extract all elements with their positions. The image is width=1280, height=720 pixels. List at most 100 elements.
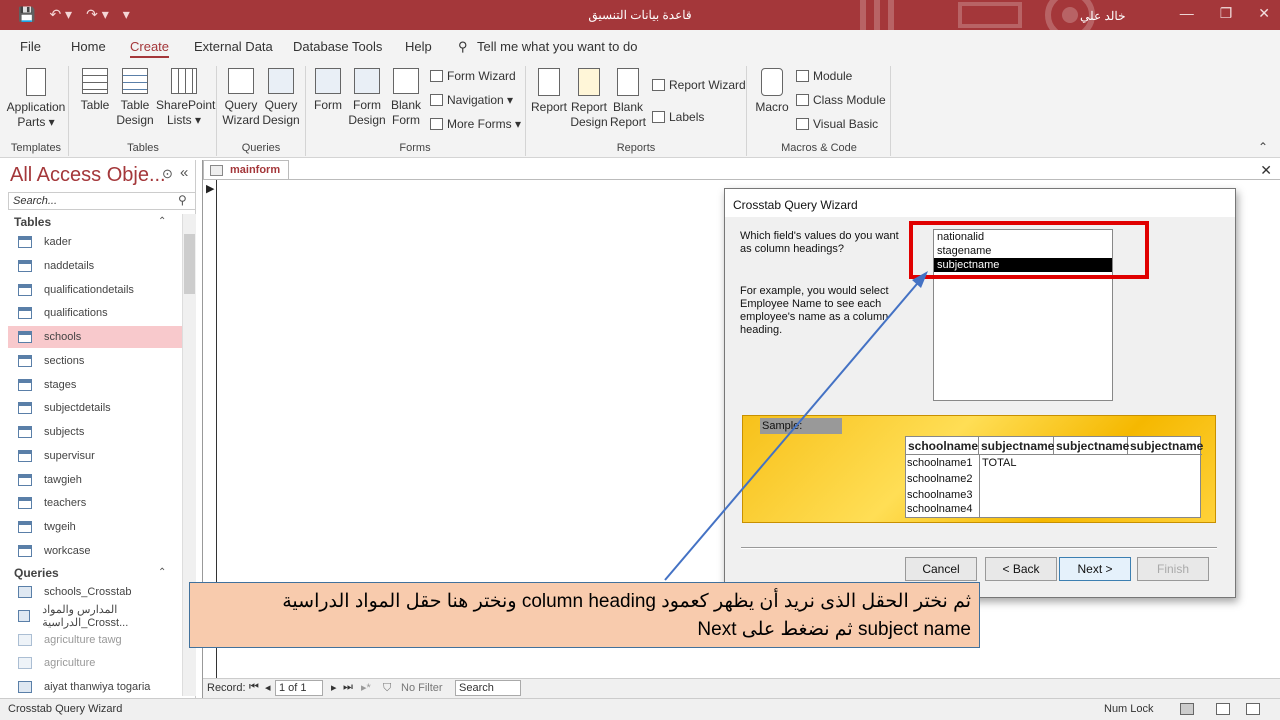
- nav-query-item[interactable]: agriculture: [8, 652, 182, 674]
- nav-table-item[interactable]: sections: [8, 350, 182, 372]
- blank-form-label: Blank Form: [390, 98, 422, 127]
- no-filter-indicator[interactable]: No Filter: [401, 682, 443, 694]
- report-design-icon: [578, 68, 600, 96]
- nav-query-item[interactable]: aiyat thanwiya togaria: [8, 676, 182, 698]
- sharepoint-lists-button[interactable]: SharePoint Lists ▾: [156, 68, 215, 128]
- sample-label: Sample:: [760, 418, 842, 434]
- table-button[interactable]: Table: [76, 68, 114, 113]
- form-design-button[interactable]: Form Design: [348, 68, 386, 128]
- table-icon: [18, 284, 32, 296]
- last-record-icon[interactable]: ⏭: [343, 681, 353, 694]
- macro-button[interactable]: Macro: [752, 68, 792, 115]
- user-name[interactable]: خالد علي: [1080, 9, 1126, 23]
- nav-query-item[interactable]: schools_Crosstab: [8, 581, 182, 603]
- tab-database-tools[interactable]: Database Tools: [293, 39, 382, 54]
- layout-view-icon[interactable]: [1246, 703, 1260, 715]
- record-position-input[interactable]: 1 of 1: [275, 680, 323, 696]
- collapse-ribbon-icon[interactable]: ⌃: [1258, 140, 1268, 154]
- blank-form-button[interactable]: Blank Form: [388, 68, 424, 128]
- form-wizard-button[interactable]: Form Wizard: [430, 69, 516, 83]
- nav-query-item[interactable]: المدارس والمواد الدراسية_Crosst...: [8, 604, 182, 629]
- navigation-button[interactable]: Navigation ▾: [430, 93, 513, 107]
- nav-table-item[interactable]: workcase: [8, 540, 182, 562]
- queries-section-header[interactable]: Queries: [14, 566, 59, 580]
- query-wizard-icon: [228, 68, 254, 94]
- nav-table-item[interactable]: kader: [8, 231, 182, 253]
- nav-table-item-selected[interactable]: schools: [8, 326, 182, 348]
- macro-label: Macro: [755, 100, 789, 114]
- restore-icon[interactable]: ❐: [1220, 5, 1233, 22]
- nav-table-item[interactable]: naddetails: [8, 255, 182, 277]
- nav-table-item[interactable]: tawgieh: [8, 469, 182, 491]
- collapse-queries-icon[interactable]: ⌃: [158, 567, 166, 578]
- tell-me-search-icon[interactable]: ⚲: [458, 39, 468, 55]
- tab-external-data[interactable]: External Data: [194, 39, 273, 54]
- report-design-button[interactable]: Report Design: [570, 68, 608, 130]
- nav-table-item[interactable]: supervisur: [8, 445, 182, 467]
- nav-table-item[interactable]: qualifications: [8, 302, 182, 324]
- table-design-button[interactable]: Table Design: [116, 68, 154, 128]
- tables-section-header[interactable]: Tables: [14, 215, 51, 229]
- group-label-forms: Forms: [399, 142, 431, 154]
- collapse-tables-icon[interactable]: ⌃: [158, 216, 166, 227]
- table-icon: [18, 236, 32, 248]
- form-button[interactable]: Form: [310, 68, 346, 113]
- nav-table-item[interactable]: subjectdetails: [8, 397, 182, 419]
- new-record-icon[interactable]: ▸*: [361, 681, 371, 694]
- cancel-button[interactable]: Cancel: [905, 557, 977, 581]
- nav-item-label: naddetails: [44, 260, 95, 272]
- nav-query-item[interactable]: agriculture tawg: [8, 629, 182, 651]
- table-icon: [82, 68, 108, 94]
- report-wizard-button[interactable]: Report Wizard: [652, 78, 746, 92]
- scrollbar-thumb[interactable]: [184, 234, 195, 294]
- group-label-templates: Templates: [10, 142, 62, 154]
- shutter-bar-close-icon[interactable]: «: [180, 164, 188, 181]
- next-record-icon[interactable]: ▸: [331, 681, 337, 694]
- nav-search-input[interactable]: Search...: [8, 192, 196, 210]
- nav-table-item[interactable]: qualificationdetails: [8, 279, 182, 301]
- sample-total: TOTAL: [982, 457, 1017, 469]
- nav-item-label: sections: [44, 355, 85, 367]
- next-button[interactable]: Next >: [1059, 557, 1131, 581]
- query-design-button[interactable]: Query Design: [262, 68, 300, 128]
- back-button[interactable]: < Back: [985, 557, 1057, 581]
- nav-table-item[interactable]: twgeih: [8, 516, 182, 538]
- nav-menu-icon[interactable]: ⊙: [162, 166, 173, 182]
- class-module-button[interactable]: Class Module: [796, 93, 886, 107]
- close-document-icon[interactable]: ✕: [1260, 162, 1272, 179]
- module-button[interactable]: Module: [796, 69, 852, 83]
- nav-item-label: supervisur: [44, 450, 95, 462]
- tell-me-input[interactable]: Tell me what you want to do: [477, 39, 637, 54]
- report-button[interactable]: Report: [530, 68, 568, 115]
- nav-table-item[interactable]: teachers: [8, 492, 182, 514]
- nav-table-item[interactable]: subjects: [8, 421, 182, 443]
- finish-button[interactable]: Finish: [1137, 557, 1209, 581]
- form-design-label: Form Design: [348, 98, 386, 127]
- application-parts-button[interactable]: Application Parts ▾: [4, 68, 68, 130]
- tab-create[interactable]: Create: [130, 39, 170, 58]
- visual-basic-button[interactable]: Visual Basic: [796, 117, 878, 131]
- previous-record-icon[interactable]: ◂: [265, 681, 271, 694]
- minimize-icon[interactable]: —: [1180, 5, 1194, 22]
- select-query-icon: [18, 657, 32, 669]
- close-icon[interactable]: ✕: [1258, 5, 1270, 22]
- tab-home[interactable]: Home: [71, 39, 106, 54]
- select-query-icon: [18, 634, 32, 646]
- search-icon[interactable]: ⚲: [178, 193, 187, 207]
- datasheet-view-icon[interactable]: [1216, 703, 1230, 715]
- blank-report-button[interactable]: Blank Report: [610, 68, 646, 130]
- table-label: Table: [80, 98, 110, 112]
- document-tab-mainform[interactable]: mainform: [203, 160, 289, 180]
- more-forms-button[interactable]: More Forms ▾: [430, 117, 521, 131]
- tab-help[interactable]: Help: [405, 39, 432, 54]
- form-view-icon[interactable]: [1180, 703, 1194, 715]
- tab-file[interactable]: File: [20, 39, 41, 54]
- form-wizard-icon: [430, 70, 443, 82]
- labels-button[interactable]: Labels: [652, 110, 704, 124]
- query-wizard-button[interactable]: Query Wizard: [222, 68, 260, 128]
- nav-pane-title[interactable]: All Access Obje...: [10, 164, 166, 187]
- module-icon: [796, 70, 809, 82]
- record-search-input[interactable]: Search: [455, 680, 521, 696]
- nav-table-item[interactable]: stages: [8, 374, 182, 396]
- first-record-icon[interactable]: ⏮: [249, 681, 259, 694]
